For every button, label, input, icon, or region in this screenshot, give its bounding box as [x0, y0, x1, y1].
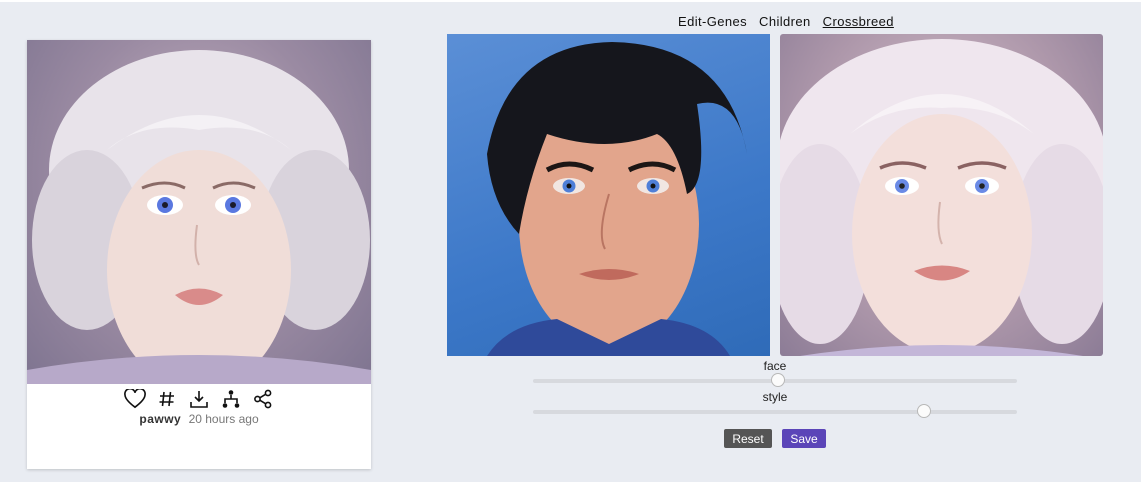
tab-edit-genes[interactable]: Edit-Genes: [678, 14, 747, 29]
portrait-image-white-haired-woman[interactable]: [27, 40, 371, 384]
like-button[interactable]: [123, 387, 147, 411]
hash-icon: [159, 391, 174, 407]
download-icon: [190, 391, 208, 408]
heart-icon: [124, 389, 146, 409]
child-portrait-illustration: [780, 39, 1103, 356]
mode-tabs: Edit-Genes Children Crossbreed: [678, 14, 894, 29]
share-button[interactable]: [251, 387, 275, 411]
save-button[interactable]: Save: [782, 429, 826, 448]
style-slider[interactable]: [533, 404, 1017, 418]
tree-icon: [222, 390, 240, 408]
face-slider-thumb[interactable]: [771, 373, 785, 387]
post-card: pawwy 20 hours ago: [27, 40, 371, 469]
style-slider-label: style: [762, 390, 788, 404]
face-slider-label: face: [763, 359, 787, 373]
reset-button[interactable]: Reset: [724, 429, 772, 448]
parent-image-dark-haired-man[interactable]: [447, 34, 770, 356]
tab-children[interactable]: Children: [759, 14, 811, 29]
tab-crossbreed[interactable]: Crossbreed: [823, 14, 894, 29]
timestamp: 20 hours ago: [188, 412, 259, 426]
share-icon: [254, 389, 272, 409]
post-meta: pawwy 20 hours ago: [27, 412, 371, 426]
tags-button[interactable]: [155, 387, 179, 411]
style-slider-thumb[interactable]: [917, 404, 931, 418]
username[interactable]: pawwy: [139, 412, 181, 426]
card-actions: [27, 387, 371, 413]
family-tree-button[interactable]: [219, 387, 243, 411]
portrait-illustration: [27, 50, 371, 384]
man-portrait-illustration: [487, 42, 747, 356]
top-border: [0, 0, 1141, 2]
download-button[interactable]: [187, 387, 211, 411]
child-image-white-haired-woman[interactable]: [780, 34, 1103, 356]
face-slider[interactable]: [533, 373, 1017, 387]
